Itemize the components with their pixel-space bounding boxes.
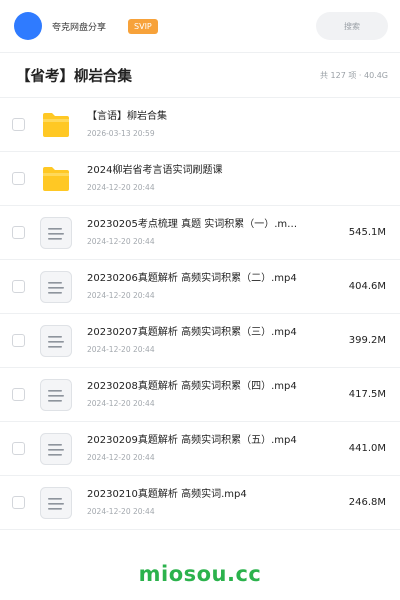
row-meta: 20230207真题解析 高频实词积累（三）.mp4 2024-12-20 20:… — [87, 326, 336, 355]
item-name: 20230207真题解析 高频实词积累（三）.mp4 — [87, 327, 297, 338]
folder-header: 【省考】柳岩合集 共 127 项 · 40.4G — [0, 53, 400, 97]
item-size: 246.8M — [348, 497, 386, 508]
svip-badge: SVIP — [128, 18, 158, 34]
file-row[interactable]: 20230209真题解析 高频实词积累（五）.mp4 2024-12-20 20:… — [0, 422, 400, 476]
item-date: 2026-03-13 20:59 — [87, 129, 155, 138]
file-row[interactable]: 20230205考点梳理 真题 实词积累（一）.m… 2024-12-20 20:… — [0, 206, 400, 260]
item-name: 2024柳岩省考言语实词刷题课 — [87, 165, 223, 176]
item-date: 2024-12-20 20:44 — [87, 183, 155, 192]
item-date: 2024-12-20 20:44 — [87, 291, 155, 300]
item-date: 2024-12-20 20:44 — [87, 453, 155, 462]
item-date: 2024-12-20 20:44 — [87, 237, 155, 246]
folder-icon — [39, 108, 73, 142]
folder-icon — [39, 162, 73, 196]
document-icon — [39, 324, 73, 358]
page-title: 【省考】柳岩合集 — [16, 68, 132, 85]
brand-name: 夸克网盘分享 — [52, 22, 107, 33]
folder-row[interactable]: 2024柳岩省考言语实词刷题课 2024-12-20 20:44 — [0, 152, 400, 206]
item-name: 20230210真题解析 高频实词.mp4 — [87, 489, 247, 500]
avatar[interactable] — [14, 12, 42, 40]
item-date: 2024-12-20 20:44 — [87, 399, 155, 408]
item-name: 20230205考点梳理 真题 实词积累（一）.m… — [87, 219, 298, 230]
row-meta: 20230210真题解析 高频实词.mp4 2024-12-20 20:44 — [87, 488, 336, 517]
item-date: 2024-12-20 20:44 — [87, 507, 155, 516]
item-size: 441.0M — [348, 443, 386, 454]
item-size: 545.1M — [348, 227, 386, 238]
item-size: 404.6M — [348, 281, 386, 292]
document-icon — [39, 486, 73, 520]
search-button[interactable]: 搜索 — [316, 12, 388, 40]
row-checkbox[interactable] — [12, 118, 25, 131]
row-checkbox[interactable] — [12, 226, 25, 239]
document-icon — [39, 378, 73, 412]
item-size: 399.2M — [348, 335, 386, 346]
file-row[interactable]: 20230208真题解析 高频实词积累（四）.mp4 2024-12-20 20:… — [0, 368, 400, 422]
watermark-text: miosou.cc — [138, 562, 262, 586]
item-count-summary: 共 127 项 · 40.4G — [320, 70, 388, 80]
row-checkbox[interactable] — [12, 496, 25, 509]
item-name: 【言语】柳岩合集 — [87, 111, 167, 122]
file-row[interactable]: 20230207真题解析 高频实词积累（三）.mp4 2024-12-20 20:… — [0, 314, 400, 368]
document-icon — [39, 270, 73, 304]
item-name: 20230209真题解析 高频实词积累（五）.mp4 — [87, 435, 297, 446]
row-meta: 20230209真题解析 高频实词积累（五）.mp4 2024-12-20 20:… — [87, 434, 336, 463]
folder-row[interactable]: 【言语】柳岩合集 2026-03-13 20:59 — [0, 98, 400, 152]
app-header: 夸克网盘分享 SVIP 搜索 — [0, 0, 400, 52]
row-checkbox[interactable] — [12, 172, 25, 185]
item-name: 20230208真题解析 高频实词积累（四）.mp4 — [87, 381, 297, 392]
item-name: 20230206真题解析 高频实词积累（二）.mp4 — [87, 273, 297, 284]
row-meta: 20230208真题解析 高频实词积累（四）.mp4 2024-12-20 20:… — [87, 380, 336, 409]
file-row[interactable]: 20230206真题解析 高频实词积累（二）.mp4 2024-12-20 20:… — [0, 260, 400, 314]
row-meta: 2024柳岩省考言语实词刷题课 2024-12-20 20:44 — [87, 164, 400, 193]
row-checkbox[interactable] — [12, 442, 25, 455]
row-checkbox[interactable] — [12, 388, 25, 401]
file-row[interactable]: 20230210真题解析 高频实词.mp4 2024-12-20 20:44 246… — [0, 476, 400, 530]
document-icon — [39, 432, 73, 466]
row-meta: 20230205考点梳理 真题 实词积累（一）.m… 2024-12-20 20:… — [87, 218, 336, 247]
row-checkbox[interactable] — [12, 280, 25, 293]
document-icon — [39, 216, 73, 250]
item-date: 2024-12-20 20:44 — [87, 345, 155, 354]
file-list: 【言语】柳岩合集 2026-03-13 20:59 2024柳岩省考言语实词刷题课 2… — [0, 98, 400, 530]
row-checkbox[interactable] — [12, 334, 25, 347]
row-meta: 20230206真题解析 高频实词积累（二）.mp4 2024-12-20 20:… — [87, 272, 336, 301]
row-meta: 【言语】柳岩合集 2026-03-13 20:59 — [87, 110, 400, 139]
item-size: 417.5M — [348, 389, 386, 400]
